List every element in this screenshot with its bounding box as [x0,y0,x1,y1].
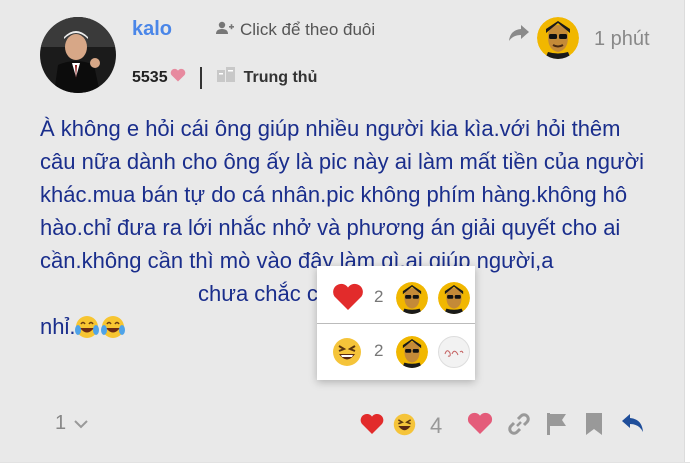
chevron-down-icon [74,412,88,435]
laughing-reaction-icon[interactable] [393,413,416,441]
post-content-tail: chưa chắc cô [198,281,331,306]
user-plus-icon [216,20,234,40]
follow-label: Click để theo đuôi [240,20,376,39]
flag-icon[interactable] [545,412,569,441]
reaction-row-laughing[interactable]: 2 [317,324,475,378]
post-time[interactable]: 1 phút [594,28,650,51]
bookmark-icon[interactable] [585,412,603,441]
reactor-avatar-ga[interactable] [438,336,470,368]
laughing-reaction-icon [332,337,362,372]
stats-divider [199,66,202,89]
reaction-count: 2 [374,341,384,360]
heart-reaction-icon[interactable] [360,413,384,440]
reply-count: 1 [55,412,67,434]
post-card: kalo Click để theo đuôi 5535 Trung thủ 1… [0,0,685,462]
follow-button[interactable]: Click để theo đuôi [216,20,375,40]
reaction-count: 2 [374,287,384,306]
reactor-avatar[interactable] [396,336,428,368]
replies-toggle[interactable]: 1 [55,412,88,435]
reaction-total[interactable]: 4 [430,413,442,439]
author-username[interactable]: kalo [132,18,172,41]
reaction-row-heart[interactable]: 2 [317,270,475,324]
post-actions: 4 [358,408,658,440]
heart-icon [170,68,186,87]
post-content-last: nhỉ. [40,314,76,339]
likes-received-count: 5535 [132,68,168,86]
reactor-avatar[interactable] [396,282,428,314]
tears-of-joy-icon [101,315,139,348]
link-icon[interactable] [506,411,532,442]
heart-icon[interactable] [467,412,493,440]
badge-icon [216,66,236,89]
heart-reaction-icon [332,283,364,316]
user-badge[interactable]: Trung thủ [244,69,318,87]
author-avatar[interactable] [40,17,116,93]
author-stats: 5535 Trung thủ [132,66,317,89]
reply-to-avatar[interactable] [537,17,579,59]
post-content-text: À không e hỏi cái ông giúp nhiều người k… [40,116,645,273]
next-post-divider [0,462,690,476]
share-arrow-icon[interactable] [508,24,530,47]
reactor-avatar[interactable] [438,282,470,314]
reactions-popup: 2 2 [317,266,475,380]
reply-icon[interactable] [620,412,646,439]
